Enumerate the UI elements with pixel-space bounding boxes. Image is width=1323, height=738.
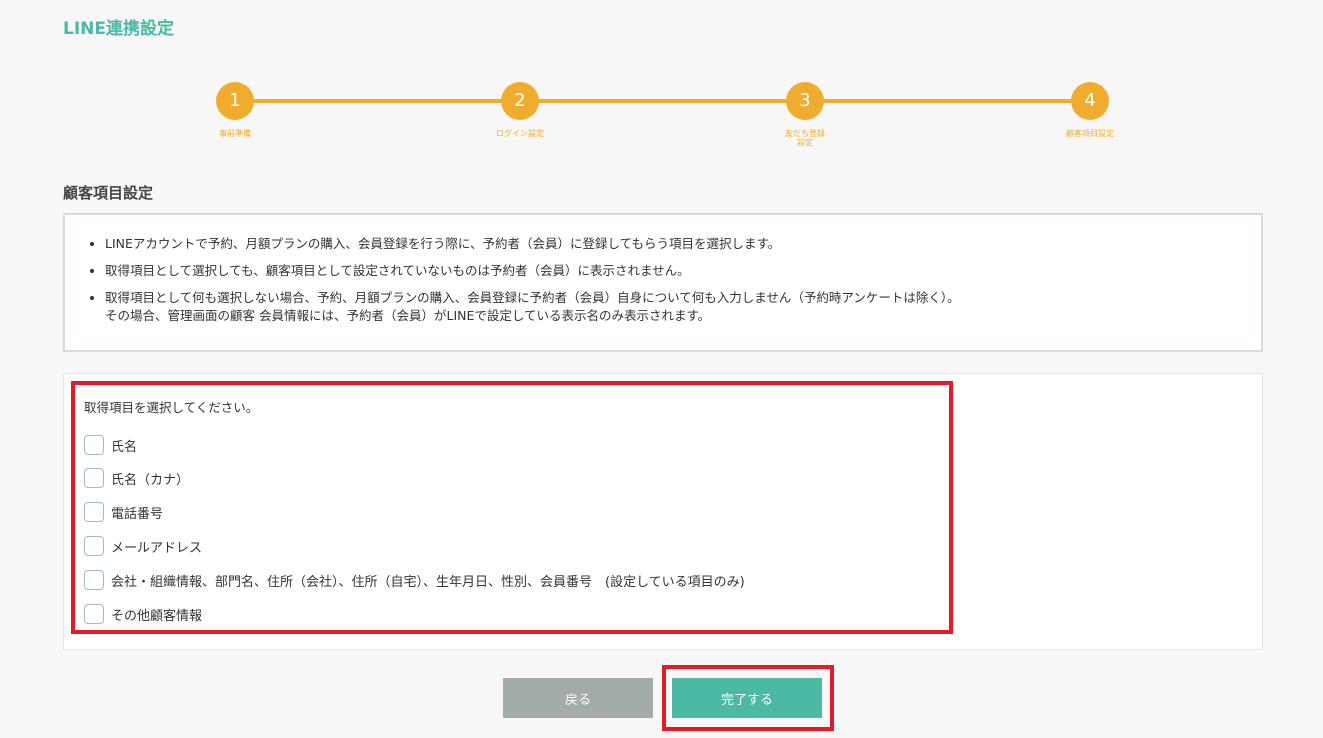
option-email[interactable]: メールアドレス: [84, 536, 202, 556]
back-button[interactable]: 戻る: [503, 678, 653, 718]
option-label: メールアドレス: [111, 540, 203, 556]
option-label: 氏名（カナ）: [111, 472, 190, 488]
step-label: 友だち登録 設定: [785, 129, 825, 147]
complete-button[interactable]: 完了する: [672, 678, 822, 718]
checkbox[interactable]: [84, 502, 104, 522]
step-1: 1 事前準備: [175, 82, 295, 138]
step-4: 4 顧客項目設定: [1030, 82, 1150, 138]
checkbox[interactable]: [84, 570, 104, 590]
option-company-info[interactable]: 会社・組織情報、部門名、住所（会社）、住所（自宅）、生年月日、性別、会員番号 (…: [84, 570, 745, 590]
info-list: LINEアカウントで予約、月額プランの購入、会員登録を行う際に、予約者（会員）に…: [105, 235, 1237, 325]
step-label: 事前準備: [219, 129, 251, 138]
step-number: 1: [216, 82, 254, 120]
section-title: 顧客項目設定: [63, 184, 154, 202]
checkbox[interactable]: [84, 468, 104, 488]
option-name[interactable]: 氏名: [84, 435, 137, 455]
stepper-line: [235, 99, 1090, 103]
checkbox[interactable]: [84, 435, 104, 455]
info-bullet: LINEアカウントで予約、月額プランの購入、会員登録を行う際に、予約者（会員）に…: [105, 235, 1237, 253]
option-other-info[interactable]: その他顧客情報: [84, 604, 202, 624]
info-bullet: 取得項目として何も選択しない場合、予約、月額プランの購入、会員登録に予約者（会員…: [105, 289, 1237, 325]
step-number: 2: [501, 82, 539, 120]
highlight-frame-options: [71, 381, 953, 634]
option-label: 電話番号: [111, 506, 164, 522]
step-2: 2 ログイン設定: [460, 82, 580, 138]
info-box: LINEアカウントで予約、月額プランの購入、会員登録を行う際に、予約者（会員）に…: [63, 213, 1263, 352]
option-label: 会社・組織情報、部門名、住所（会社）、住所（自宅）、生年月日、性別、会員番号 (…: [111, 574, 745, 590]
step-number: 4: [1071, 82, 1109, 120]
option-phone[interactable]: 電話番号: [84, 502, 163, 522]
step-label: 顧客項目設定: [1066, 129, 1114, 138]
checkbox[interactable]: [84, 604, 104, 624]
page-title: LINE連携設定: [63, 19, 174, 39]
info-bullet: 取得項目として選択しても、顧客項目として設定されていないものは予約者（会員）に表…: [105, 262, 1237, 280]
step-label: ログイン設定: [496, 129, 544, 138]
checkbox[interactable]: [84, 536, 104, 556]
step-number: 3: [786, 82, 824, 120]
step-3: 3 友だち登録 設定: [745, 82, 865, 147]
option-label: 氏名: [111, 439, 138, 455]
select-prompt: 取得項目を選択してください。: [84, 400, 259, 415]
option-name-kana[interactable]: 氏名（カナ）: [84, 468, 189, 488]
option-label: その他顧客情報: [111, 608, 203, 624]
progress-stepper: 1 事前準備 2 ログイン設定 3 友だち登録 設定 4 顧客項目設定: [0, 82, 1323, 162]
